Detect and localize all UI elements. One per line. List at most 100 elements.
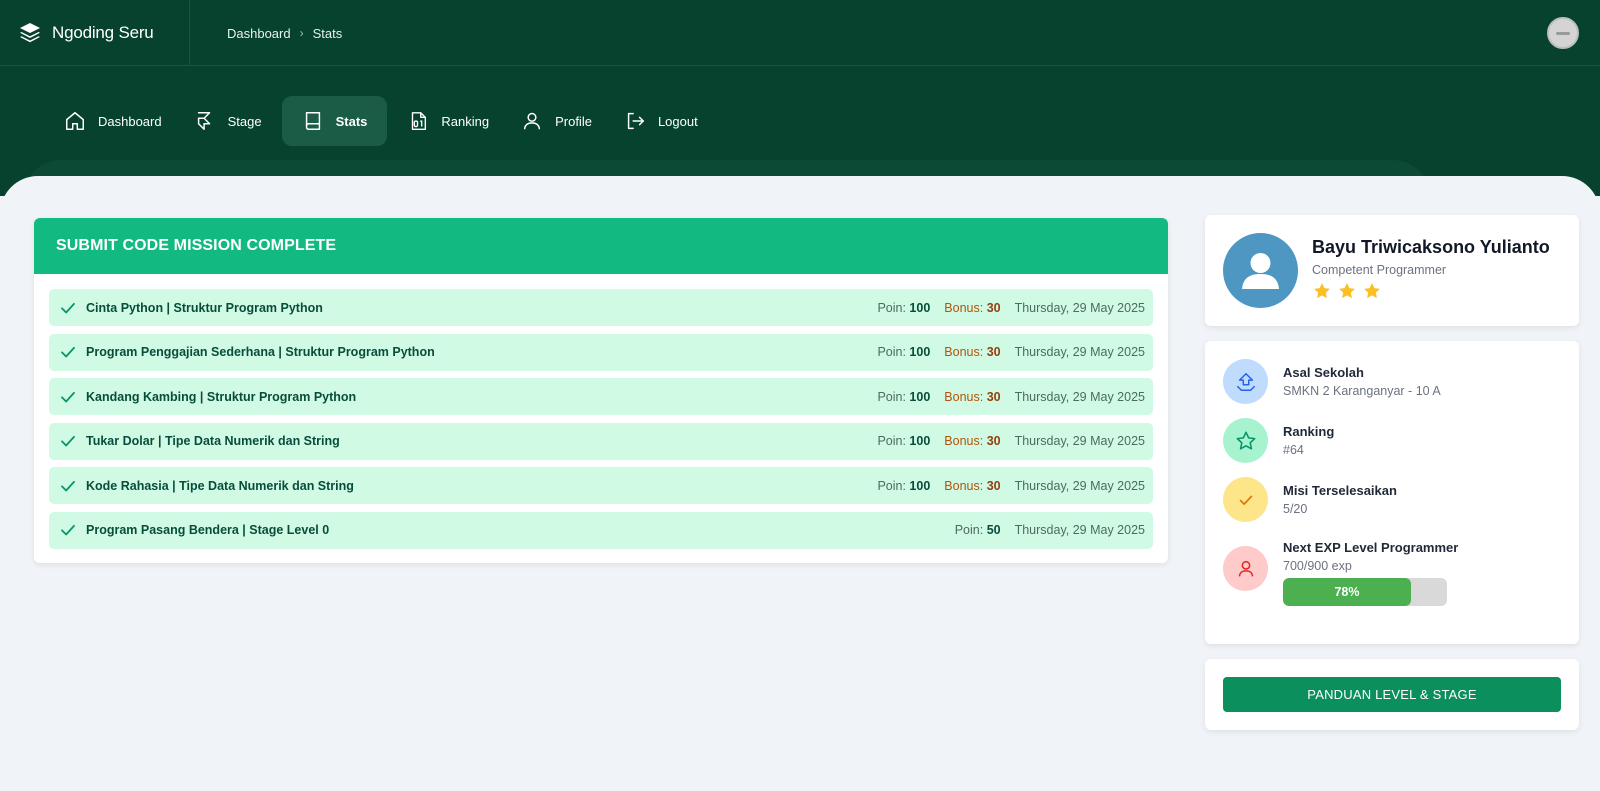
mission-bonus: Bonus: 30 [944,345,1000,359]
bonus-label: Bonus: [944,478,984,493]
poin-label: Poin: [877,300,906,315]
mission-title: Tukar Dolar | Tipe Data Numerik dan Stri… [86,434,340,448]
main-nav: Dashboard Stage Stats Ranking Profile Lo… [52,96,718,146]
check-icon [61,480,75,491]
nav-label: Ranking [441,113,490,129]
nav-item-logout[interactable]: Logout [612,96,710,146]
poin-value: 100 [909,478,931,493]
bonus-label: Bonus: [944,300,984,315]
brand[interactable]: Ngoding Seru [0,0,190,66]
binary-file-icon [412,112,427,130]
breadcrumb-item-stats: Stats [312,25,343,41]
mission-list: Cinta Python | Struktur Program Python P… [34,274,1168,549]
layers-icon [20,23,40,43]
poin-value: 50 [986,523,1001,537]
profile-name: Bayu Triwicaksono Yulianto [1312,237,1550,257]
guide-button[interactable]: PANDUAN LEVEL & STAGE [1223,677,1561,712]
nav-item-stats[interactable]: Stats [281,96,388,146]
breadcrumb: Dashboard › Stats [227,0,342,66]
mission-card-title: SUBMIT CODE MISSION COMPLETE [34,218,1168,274]
home-icon [66,112,84,130]
exp-progress-bar: 78% [1283,578,1447,606]
mission-poin: Poin: 50 [955,523,1001,537]
info-value: 5/20 [1283,502,1308,516]
app-name: Ngoding Seru [52,23,154,42]
mission-bonus: Bonus: 30 [944,390,1000,404]
bonus-value: 30 [986,300,1001,315]
mission-bonus: Bonus: 30 [944,479,1000,493]
poin-value: 100 [909,345,931,359]
mission-row: Kandang Kambing | Struktur Program Pytho… [49,378,1153,415]
poin-label: Poin: [877,434,906,448]
bonus-value: 30 [986,345,1001,359]
nav-item-dashboard[interactable]: Dashboard [52,96,174,146]
mission-card: SUBMIT CODE MISSION COMPLETE Cinta Pytho… [34,218,1168,563]
poin-label: Poin: [877,345,906,359]
info-value: #64 [1283,443,1304,457]
profile-card: Bayu Triwicaksono Yulianto Competent Pro… [1205,215,1579,326]
ranking-icon-circle [1223,418,1268,463]
mission-date: Thursday, 29 May 2025 [1014,300,1145,315]
profile-role: Competent Programmer [1312,263,1447,277]
nav-item-ranking[interactable]: Ranking [395,96,501,146]
avatar [1223,233,1298,308]
mission-title: Cinta Python | Struktur Program Python [86,300,323,315]
bonus-value: 30 [986,434,1001,448]
check-icon [61,435,75,447]
user-menu-avatar[interactable] [1547,17,1579,49]
school-icon [1236,372,1255,391]
bonus-value: 30 [986,478,1001,493]
bonus-label: Bonus: [944,434,984,448]
mission-row: Program Penggajian Sederhana | Struktur … [49,333,1153,371]
mission-title: Program Penggajian Sederhana | Struktur … [86,345,435,359]
nav-label: Logout [657,113,698,129]
info-label: Ranking [1283,424,1335,439]
mission-poin: Poin: 100 [877,390,930,404]
check-icon [61,346,75,358]
exp-progress-fill: 78% [1283,578,1411,606]
nav-item-profile[interactable]: Profile [509,96,604,146]
poin-label: Poin: [877,478,906,493]
nav-label: Profile [555,113,592,129]
bonus-label: Bonus: [944,389,984,404]
info-label: Asal Sekolah [1283,365,1364,380]
star-icon [1314,283,1330,299]
guide-card: PANDUAN LEVEL & STAGE [1205,659,1579,730]
check-icon [1239,495,1252,505]
info-label: Misi Terselesaikan [1283,483,1397,498]
bonus-value: 30 [986,389,1001,404]
info-card: Asal Sekolah SMKN 2 Karanganyar - 10 A R… [1205,341,1579,644]
star-icon [1339,283,1355,299]
info-value: 700/900 exp [1283,559,1352,573]
mission-date: Thursday, 29 May 2025 [1014,434,1145,448]
mission-date: Thursday, 29 May 2025 [1014,523,1145,537]
mission-row: Tukar Dolar | Tipe Data Numerik dan Stri… [49,422,1153,460]
poin-value: 100 [909,434,931,448]
mission-poin: Poin: 100 [877,301,930,315]
top-bar: Ngoding Seru Dashboard › Stats [0,0,1600,66]
nav-item-stage[interactable]: Stage [182,96,274,146]
breadcrumb-item-dashboard[interactable]: Dashboard [227,26,291,41]
nav-label: Stats [335,113,368,129]
poin-value: 100 [909,389,931,404]
info-value: SMKN 2 Karanganyar - 10 A [1283,384,1441,398]
mission-poin: Poin: 100 [877,479,930,493]
mission-date: Thursday, 29 May 2025 [1014,478,1145,493]
check-icon [61,302,75,313]
logout-icon [627,112,644,130]
school-icon-circle [1223,359,1268,404]
poin-label: Poin: [877,389,906,404]
check-icon [61,524,75,536]
nav-label: Stage [227,113,262,129]
minus-icon [1556,31,1570,35]
mission-row: Program Pasang Bendera | Stage Level 0 P… [49,511,1153,549]
mission-bonus: Bonus: 30 [944,434,1000,448]
mission-poin: Poin: 100 [877,345,930,359]
stage-icon [197,112,210,130]
poin-label: Poin: [954,523,984,537]
nav-label: Dashboard [98,113,162,129]
mission-title: Kandang Kambing | Struktur Program Pytho… [86,389,357,404]
book-icon [305,112,320,130]
star-icon [1364,283,1380,299]
mission-date: Thursday, 29 May 2025 [1014,389,1145,404]
